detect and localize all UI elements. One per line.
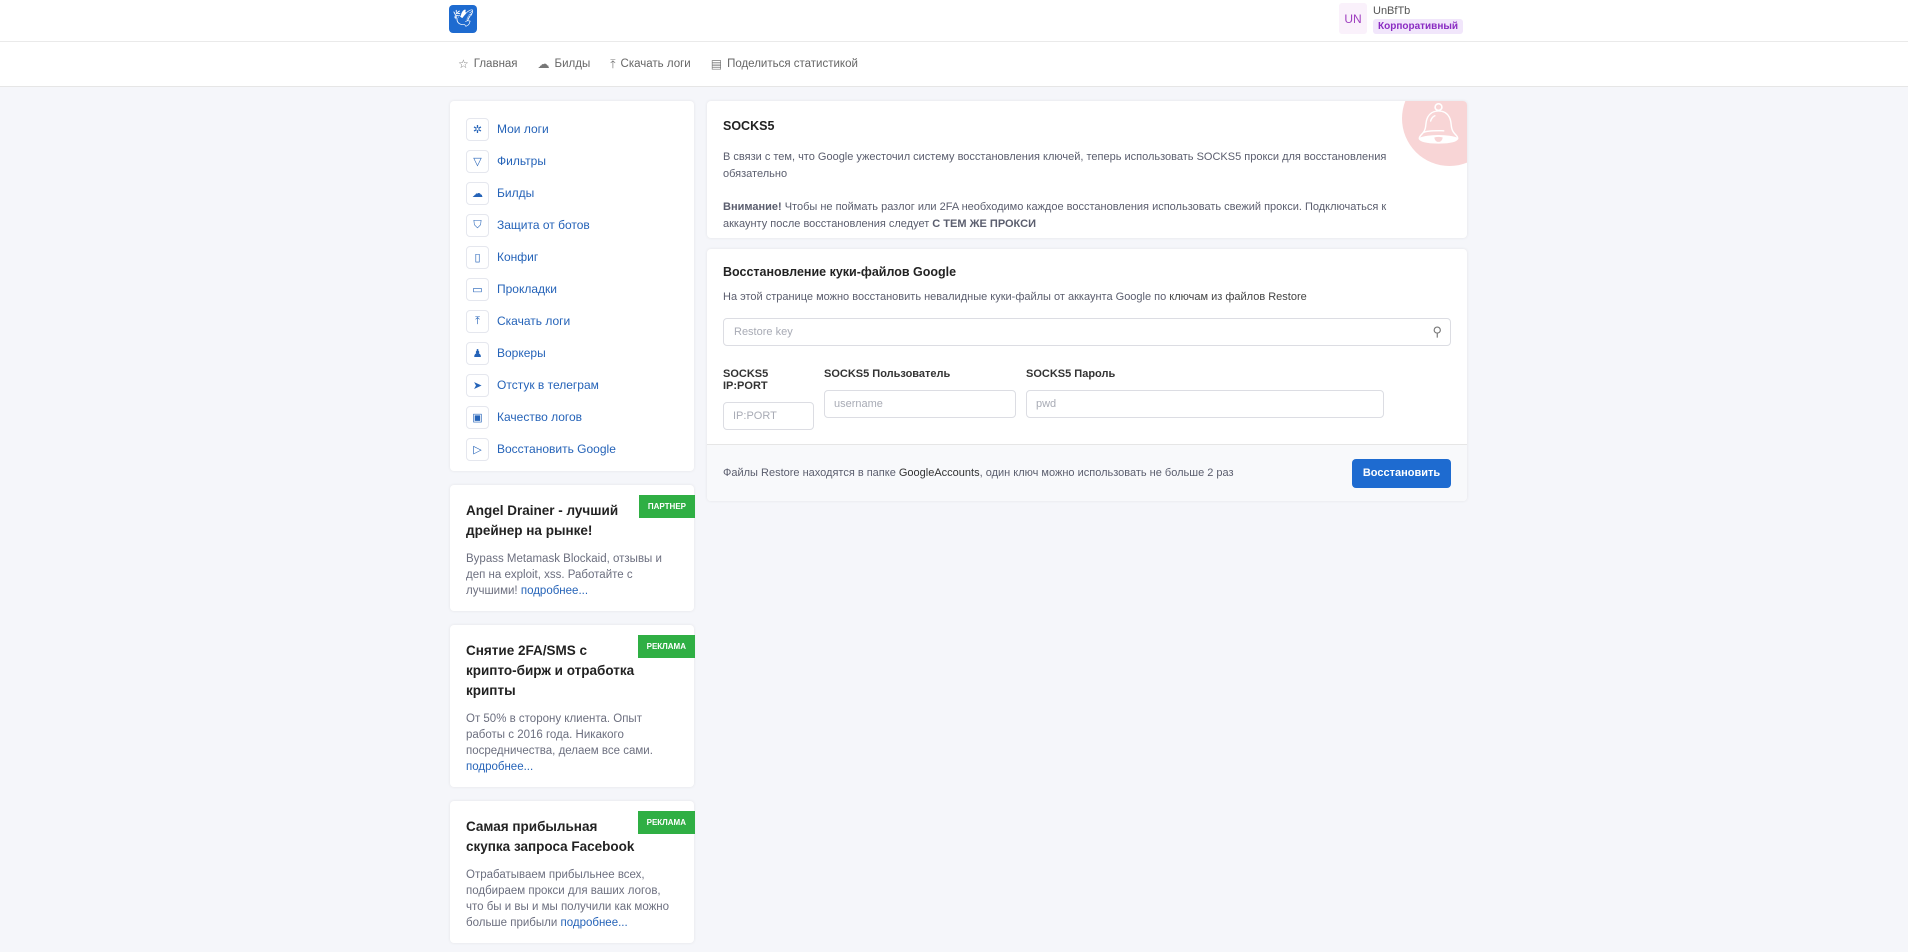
nav-label: Поделиться статистикой: [727, 58, 858, 70]
username: UnBfTb: [1373, 5, 1411, 17]
avatar[interactable]: UN: [1339, 3, 1367, 34]
username-label: SOCKS5 Пользователь: [824, 368, 951, 380]
sidebar-item-config[interactable]: ▯ Конфиг: [466, 241, 678, 273]
users-icon: ♟: [466, 341, 489, 365]
nav-home[interactable]: ☆ Главная: [458, 57, 518, 71]
logo-bird-icon[interactable]: 🕊: [449, 5, 477, 33]
upload-icon: ⤒: [466, 309, 489, 333]
sidebar-item-my-logs[interactable]: ✲ Мои логи: [466, 113, 678, 145]
ads-column: ПАРТНЕР Angel Drainer - лучший дрейнер н…: [450, 485, 695, 943]
ip-port-label: SOCKS5 IP:PORT: [723, 368, 769, 392]
user-profile[interactable]: UN UnBfTb Корпоративный: [1339, 3, 1464, 34]
plan-badge: Корпоративный: [1373, 19, 1464, 34]
subtitle-emphasis: ключам из файлов Restore: [1169, 291, 1307, 303]
cloud-download-icon: ☁: [466, 181, 489, 205]
bug-icon: ✲: [466, 117, 489, 141]
sidebar-menu: ✲ Мои логи ▽ Фильтры ☁ Билды ⛉ Защита от бот…: [450, 101, 694, 471]
restore-subtitle: На этой странице можно восстановить нева…: [723, 291, 1451, 303]
nav-download-logs[interactable]: ⤒ Скачать логи: [610, 57, 691, 72]
restore-button[interactable]: Восстановить: [1352, 458, 1451, 488]
sidebar-item-label: Воркеры: [497, 346, 546, 360]
restore-form-card: Восстановление куки-файлов Google На это…: [707, 249, 1467, 501]
sidebar-item-proxies[interactable]: ▭ Прокладки: [466, 273, 678, 305]
ip-port-input[interactable]: [733, 410, 813, 422]
subtitle-text: На этой странице можно восстановить нева…: [723, 291, 1170, 303]
nav-label: Главная: [473, 58, 518, 70]
file-icon: ▯: [466, 245, 489, 269]
sidebar-item-label: Конфиг: [497, 250, 539, 264]
monitor-chart-icon: ▣: [466, 405, 489, 429]
nav-builds[interactable]: ☁ Билды: [538, 57, 591, 71]
ad-card: ПАРТНЕР Angel Drainer - лучший дрейнер н…: [450, 485, 695, 611]
ad-tag: ПАРТНЕР: [638, 495, 695, 518]
sidebar-item-bot-protection[interactable]: ⛉ Защита от ботов: [466, 209, 678, 241]
ad-text: От 50% в сторону клиента. Опыт работы с …: [466, 711, 680, 775]
top-nav: ☆ Главная ☁ Билды ⤒ Скачать логи ▤ Поделитьс…: [0, 42, 1908, 87]
restore-footer: Файлы Restore находятся в папке GoogleAc…: [707, 444, 1467, 501]
sidebar-item-label: Отстук в телеграм: [497, 378, 599, 392]
sidebar-item-restore-google[interactable]: ▷ Восстановить Google: [466, 433, 678, 465]
footer-text: , один ключ можно использовать не больше…: [979, 467, 1234, 479]
warning-label: Внимание!: [723, 201, 782, 213]
sidebar-item-label: Мои логи: [497, 122, 549, 136]
ad-text: Отрабатываем прибыльнее всех, подбираем …: [466, 867, 680, 931]
sidebar-item-builds[interactable]: ☁ Билды: [466, 177, 678, 209]
send-icon: ➤: [466, 373, 489, 397]
sidebar-item-telegram[interactable]: ➤ Отстук в телеграм: [466, 369, 678, 401]
socks5-notice: 🔔︎ SOCKS5 В связи с тем, что Google ужес…: [707, 101, 1467, 238]
star-icon: ☆: [458, 57, 469, 71]
notice-title: SOCKS5: [723, 119, 775, 133]
ad-more-link[interactable]: подробнее...: [466, 761, 533, 773]
shield-icon: ⛉: [466, 213, 489, 237]
warning-text: Чтобы не поймать разлог или 2FA необходи…: [723, 201, 1387, 230]
ad-title: Angel Drainer - лучший дрейнер на рынке!: [466, 503, 619, 538]
sidebar-item-label: Прокладки: [497, 282, 557, 296]
key-icon: ⚲: [1432, 324, 1442, 339]
password-input[interactable]: [1036, 398, 1383, 410]
sidebar-item-label: Качество логов: [497, 410, 583, 424]
ad-title: Снятие 2FA/SMS с крипто-бирж и отработка…: [466, 643, 635, 698]
top-header: 🕊 UN UnBfTb Корпоративный: [0, 0, 1908, 42]
sidebar-item-log-quality[interactable]: ▣ Качество логов: [466, 401, 678, 433]
ad-text: Bypass Metamask Blockaid, отзывы и деп н…: [466, 551, 680, 599]
ad-more-link[interactable]: подробнее...: [560, 917, 627, 929]
sidebar-item-label: Билды: [497, 186, 535, 200]
restore-title: Восстановление куки-файлов Google: [723, 265, 957, 279]
ad-body: От 50% в сторону клиента. Опыт работы с …: [466, 713, 653, 757]
ad-tag: РЕКЛАМА: [637, 811, 695, 834]
sidebar-item-label: Фильтры: [497, 154, 546, 168]
warning-emphasis: С ТЕМ ЖЕ ПРОКСИ: [932, 218, 1036, 230]
sidebar-item-label: Скачать логи: [497, 314, 571, 328]
ad-card: РЕКЛАМА Снятие 2FA/SMS с крипто-бирж и о…: [450, 625, 695, 787]
sidebar-item-download-logs[interactable]: ⤒ Скачать логи: [466, 305, 678, 337]
ad-card: РЕКЛАМА Самая прибыльная скупка запроса …: [450, 801, 695, 943]
nav-share-stats[interactable]: ▤ Поделиться статистикой: [711, 57, 858, 71]
cloud-download-icon: ☁: [537, 57, 550, 71]
nav-label: Билды: [554, 58, 591, 70]
upload-icon: ⤒: [610, 56, 616, 71]
username-input[interactable]: [834, 398, 1015, 410]
notice-text: В связи с тем, что Google ужесточил сист…: [723, 151, 1387, 180]
ad-tag: РЕКЛАМА: [637, 635, 695, 658]
password-label: SOCKS5 Пароль: [1026, 368, 1116, 380]
notice-warning: Внимание! Чтобы не поймать разлог или 2F…: [723, 199, 1413, 233]
sidebar-item-label: Защита от ботов: [497, 218, 590, 232]
ad-title: Самая прибыльная скупка запроса Facebook: [466, 819, 635, 854]
footer-folder: GoogleAccounts: [898, 467, 980, 479]
chat-icon: ▤: [710, 57, 723, 71]
footer-text: Файлы Restore находятся в папке: [723, 467, 899, 479]
ad-more-link[interactable]: подробнее...: [521, 585, 588, 597]
nav-label: Скачать логи: [620, 58, 691, 70]
restore-key-input[interactable]: [734, 326, 1450, 338]
restore-key-field[interactable]: ⚲: [723, 318, 1451, 346]
sidebar-item-label: Восстановить Google: [497, 442, 616, 456]
filter-icon: ▽: [466, 149, 489, 173]
play-icon: ▷: [466, 437, 489, 461]
sidebar-item-filters[interactable]: ▽ Фильтры: [466, 145, 678, 177]
footer-note: Файлы Restore находятся в папке GoogleAc…: [723, 467, 1234, 479]
server-icon: ▭: [466, 277, 489, 301]
sidebar-item-workers[interactable]: ♟ Воркеры: [466, 337, 678, 369]
